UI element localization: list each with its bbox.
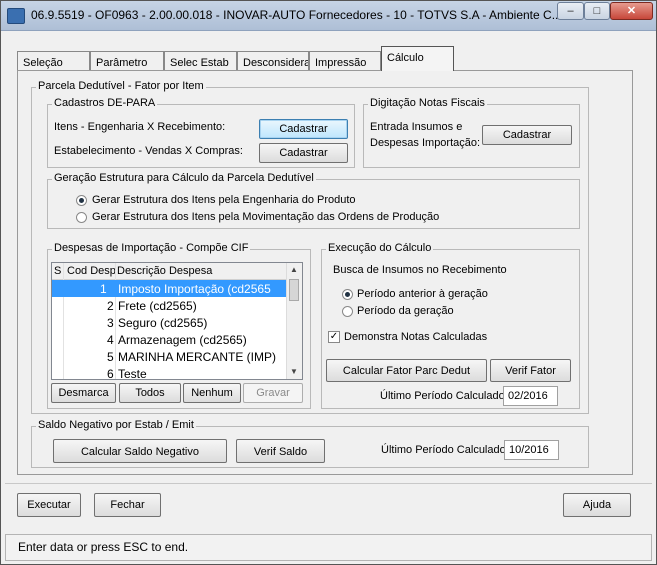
verif-fator-button[interactable]: Verif Fator bbox=[490, 359, 571, 382]
calcular-fator-button[interactable]: Calcular Fator Parc Dedut bbox=[326, 359, 487, 382]
periodo-anterior-label[interactable]: Período anterior à geração bbox=[357, 288, 488, 300]
parcela-legend: Parcela Dedutível - Fator por Item bbox=[36, 80, 206, 92]
status-text: Enter data or press ESC to end. bbox=[18, 540, 189, 554]
execucao-legend: Execução do Cálculo bbox=[326, 242, 434, 254]
column-header-cod[interactable]: Cod Desp bbox=[67, 265, 116, 277]
tab-label: Desconsidera bbox=[243, 57, 309, 69]
ultimo-periodo-field[interactable]: 02/2016 bbox=[503, 386, 558, 406]
verif-saldo-button[interactable]: Verif Saldo bbox=[236, 439, 325, 463]
executar-label: Executar bbox=[27, 499, 71, 511]
cell-descricao: Armazenagem (cd2565) bbox=[118, 333, 247, 347]
tab-label: Parâmetro bbox=[96, 57, 148, 69]
desmarca-button[interactable]: Desmarca bbox=[51, 383, 116, 403]
maximize-icon: □ bbox=[593, 5, 601, 17]
entrada-label-1: Entrada Insumos e bbox=[370, 121, 463, 133]
tab-label: Seleção bbox=[23, 57, 63, 69]
cell-cod: 2 bbox=[107, 299, 114, 313]
maximize-button[interactable]: □ bbox=[584, 2, 610, 20]
tab-label: Selec Estab bbox=[170, 57, 229, 69]
nenhum-button[interactable]: Nenhum bbox=[183, 383, 241, 403]
fechar-label: Fechar bbox=[110, 499, 145, 511]
status-bar: Enter data or press ESC to end. bbox=[5, 534, 652, 561]
title-bar: 06.9.5519 - OF0963 - 2.00.00.018 - INOVA… bbox=[1, 1, 656, 31]
tab-desconsidera[interactable]: Desconsidera bbox=[237, 51, 309, 71]
tab-label: Impressão bbox=[315, 57, 367, 69]
demonstra-notas-checkbox[interactable]: ✓ bbox=[328, 331, 340, 343]
minimize-button[interactable]: ‒ bbox=[557, 2, 584, 20]
cell-cod: 4 bbox=[107, 333, 114, 347]
cell-cod: 6 bbox=[107, 367, 114, 380]
despesas-legend: Despesas de Importação - Compõe CIF bbox=[52, 242, 251, 254]
table-row[interactable]: 1 Imposto Importação (cd2565 bbox=[52, 280, 287, 297]
cell-descricao: Seguro (cd2565) bbox=[118, 316, 208, 330]
scroll-down-icon[interactable]: ▼ bbox=[290, 367, 298, 376]
table-row[interactable]: 4 Armazenagem (cd2565) bbox=[52, 331, 287, 348]
cadastrar-itens-button[interactable]: Cadastrar bbox=[259, 119, 348, 139]
periodo-anterior-radio[interactable] bbox=[342, 289, 353, 300]
cadastrar-estab-button[interactable]: Cadastrar bbox=[259, 143, 348, 163]
table-header: S Cod Desp Descrição Despesa bbox=[52, 263, 287, 280]
close-button[interactable]: ✕ bbox=[610, 2, 653, 20]
geracao-legend: Geração Estrutura para Cálculo da Parcel… bbox=[52, 172, 316, 184]
cadastrar-notas-button[interactable]: Cadastrar bbox=[482, 125, 572, 145]
cell-descricao: Frete (cd2565) bbox=[118, 299, 197, 313]
periodo-geracao-label[interactable]: Período da geração bbox=[357, 305, 454, 317]
footer-divider bbox=[5, 483, 652, 484]
cell-cod: 1 bbox=[100, 282, 107, 296]
saldo-legend: Saldo Negativo por Estab / Emit bbox=[36, 419, 196, 431]
saldo-ultimo-periodo-label: Último Período Calculado: bbox=[381, 444, 509, 456]
entrada-label-2: Despesas Importação: bbox=[370, 137, 481, 149]
demonstra-notas-label[interactable]: Demonstra Notas Calculadas bbox=[344, 331, 487, 343]
cell-descricao: MARINHA MERCANTE (IMP) bbox=[118, 350, 277, 364]
minimize-icon: ‒ bbox=[567, 5, 574, 17]
periodo-geracao-radio[interactable] bbox=[342, 306, 353, 317]
tab-selecao[interactable]: Seleção bbox=[17, 51, 90, 71]
table-row[interactable]: 2 Frete (cd2565) bbox=[52, 297, 287, 314]
app-icon bbox=[7, 8, 25, 24]
itens-label: Itens - Engenharia X Recebimento: bbox=[54, 121, 226, 133]
ajuda-label: Ajuda bbox=[582, 499, 612, 511]
geracao-option-1-label[interactable]: Gerar Estrutura dos Itens pela Engenhari… bbox=[92, 194, 356, 206]
window-title: 06.9.5519 - OF0963 - 2.00.00.018 - INOVA… bbox=[31, 8, 562, 22]
calcular-saldo-button[interactable]: Calcular Saldo Negativo bbox=[53, 439, 227, 463]
table-scrollbar[interactable]: ▲ ▼ bbox=[286, 263, 302, 379]
tab-calculo[interactable]: Cálculo bbox=[381, 46, 454, 71]
tab-impressao[interactable]: Impressão bbox=[309, 51, 381, 71]
geracao-option-1-radio[interactable] bbox=[76, 195, 87, 206]
cell-cod: 3 bbox=[107, 316, 114, 330]
despesas-table[interactable]: S Cod Desp Descrição Despesa 1 Imposto I… bbox=[51, 262, 303, 380]
gravar-button[interactable]: Gravar bbox=[243, 383, 303, 403]
table-row[interactable]: 3 Seguro (cd2565) bbox=[52, 314, 287, 331]
executar-button[interactable]: Executar bbox=[17, 493, 81, 517]
estabelecimento-label: Estabelecimento - Vendas X Compras: bbox=[54, 145, 243, 157]
ultimo-periodo-label: Último Período Calculado: bbox=[380, 390, 508, 402]
saldo-ultimo-periodo-field[interactable]: 10/2016 bbox=[504, 440, 559, 460]
table-row[interactable]: 6 Teste bbox=[52, 365, 287, 380]
cadastros-legend: Cadastros DE-PARA bbox=[52, 97, 158, 109]
table-row[interactable]: 5 MARINHA MERCANTE (IMP) bbox=[52, 348, 287, 365]
digitacao-legend: Digitação Notas Fiscais bbox=[368, 97, 487, 109]
close-icon: ✕ bbox=[626, 5, 637, 17]
cell-cod: 5 bbox=[107, 350, 114, 364]
geracao-option-2-label[interactable]: Gerar Estrutura dos Itens pela Movimenta… bbox=[92, 211, 439, 223]
column-header-s[interactable]: S bbox=[54, 265, 61, 277]
geracao-option-2-radio[interactable] bbox=[76, 212, 87, 223]
tab-parametro[interactable]: Parâmetro bbox=[90, 51, 164, 71]
main-window: 06.9.5519 - OF0963 - 2.00.00.018 - INOVA… bbox=[0, 0, 657, 565]
ajuda-button[interactable]: Ajuda bbox=[563, 493, 631, 517]
column-header-descricao[interactable]: Descrição Despesa bbox=[117, 265, 212, 277]
scroll-thumb[interactable] bbox=[289, 279, 299, 301]
scroll-up-icon[interactable]: ▲ bbox=[290, 265, 298, 274]
tab-selec-estab[interactable]: Selec Estab bbox=[164, 51, 237, 71]
tab-label: Cálculo bbox=[387, 52, 424, 64]
fechar-button[interactable]: Fechar bbox=[94, 493, 161, 517]
todos-button[interactable]: Todos bbox=[119, 383, 181, 403]
cell-descricao: Teste bbox=[118, 367, 147, 380]
cell-descricao: Imposto Importação (cd2565 bbox=[118, 282, 271, 296]
busca-label: Busca de Insumos no Recebimento bbox=[333, 264, 507, 276]
